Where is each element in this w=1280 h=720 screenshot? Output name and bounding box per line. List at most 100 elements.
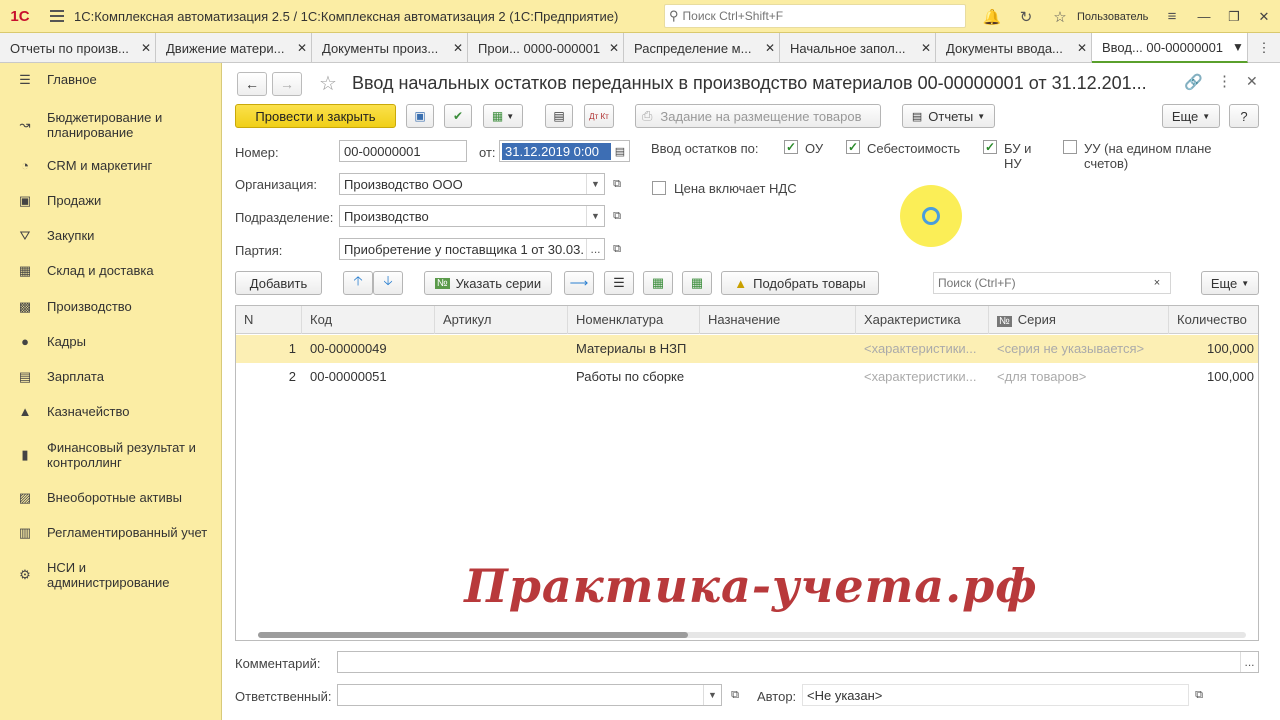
restore-icon[interactable]: ❐: [1219, 9, 1249, 25]
favorite-star-icon[interactable]: ☆: [319, 71, 337, 96]
close-tab-icon[interactable]: ✕: [293, 41, 311, 55]
col-article[interactable]: Артикул: [435, 306, 568, 334]
placement-task-button[interactable]: ⎙ Задание на размещение товаров: [635, 104, 881, 128]
tabs-more-icon[interactable]: ⋮: [1248, 33, 1280, 62]
close-tab-icon[interactable]: ✕: [449, 41, 467, 55]
comment-expand-button[interactable]: ...: [1240, 652, 1258, 672]
col-qty[interactable]: Количество: [1169, 306, 1258, 334]
sidebar-item-finance[interactable]: ▮ Финансовый результат и контроллинг: [0, 440, 222, 470]
sidebar-item-purchases[interactable]: ⛛ Закупки: [0, 228, 222, 243]
link-icon[interactable]: 🔗: [1184, 73, 1203, 91]
close-icon[interactable]: ✕: [1249, 9, 1279, 25]
checkbox-uu[interactable]: [1063, 140, 1077, 154]
history-icon[interactable]: ↻: [1009, 8, 1043, 26]
comment-field[interactable]: ...: [337, 651, 1259, 673]
more-button[interactable]: Еще ▼: [1162, 104, 1220, 128]
star-icon[interactable]: ☆: [1043, 8, 1077, 26]
sidebar-item-salary[interactable]: ▤ Зарплата: [0, 369, 222, 384]
department-field[interactable]: Производство ▼: [339, 205, 605, 227]
checkbox-vat[interactable]: [652, 181, 666, 195]
post-and-close-button[interactable]: Провести и закрыть: [235, 104, 396, 128]
chevron-down-icon[interactable]: ▼: [703, 685, 721, 705]
dt-kt-button[interactable]: Дт Кт: [584, 104, 614, 128]
checkbox-cost[interactable]: ✓: [846, 140, 860, 154]
col-series[interactable]: № Серия: [989, 306, 1169, 334]
tab-production-docs[interactable]: Документы произ... ✕: [312, 33, 468, 63]
tab-dropdown-icon[interactable]: ▼: [1229, 40, 1247, 54]
settings-lines-icon[interactable]: ≡: [1155, 8, 1189, 25]
sidebar-item-hr[interactable]: ● Кадры: [0, 334, 222, 349]
clear-search-icon[interactable]: ×: [1148, 273, 1166, 293]
open-organization-icon[interactable]: ⧉: [608, 174, 626, 194]
checkbox-ou[interactable]: ✓: [784, 140, 798, 154]
responsible-field[interactable]: ▼: [337, 684, 722, 706]
bell-icon[interactable]: 🔔: [975, 8, 1009, 26]
sidebar-item-admin[interactable]: ⚙ НСИ и администрирование: [0, 560, 222, 590]
close-tab-icon[interactable]: ✕: [917, 41, 935, 55]
sidebar-item-treasury[interactable]: ▲ Казначейство: [0, 404, 222, 419]
scrollbar-thumb[interactable]: [258, 632, 688, 638]
reports-button[interactable]: ▤ Отчеты ▼: [902, 104, 995, 128]
close-tab-icon[interactable]: ✕: [137, 41, 155, 55]
organization-field[interactable]: Производство ООО ▼: [339, 173, 605, 195]
batch-field[interactable]: Приобретение у поставщика 1 от 30.03....: [339, 238, 605, 260]
sidebar-item-production[interactable]: ▩ Производство: [0, 299, 222, 314]
sidebar-item-main[interactable]: ☰ Главное: [0, 72, 222, 87]
select-button[interactable]: ...: [586, 239, 604, 259]
tab-reports[interactable]: Отчеты по произв... ✕: [0, 33, 156, 63]
date-field[interactable]: 31.12.2019 0:00 ▤: [499, 140, 630, 162]
sidebar-item-fixed-assets[interactable]: ▨ Внеоборотные активы: [0, 490, 222, 505]
close-tab-icon[interactable]: ✕: [1073, 41, 1091, 55]
col-item[interactable]: Номенклатура: [568, 306, 700, 334]
sidebar-item-warehouse[interactable]: ▦ Склад и доставка: [0, 263, 222, 278]
close-tab-icon[interactable]: ✕: [605, 41, 623, 55]
save-button[interactable]: ▣: [406, 104, 434, 128]
table-row[interactable]: 2 00-00000051 Работы по сборке <характер…: [236, 363, 1258, 391]
share-button[interactable]: ⟶: [564, 271, 594, 295]
number-field[interactable]: 00-00000001: [339, 140, 467, 162]
tab-production-doc[interactable]: Прои... 0000-000001 ✕: [468, 33, 624, 63]
horizontal-scrollbar[interactable]: [258, 632, 1246, 638]
user-name[interactable]: Пользователь: [1077, 11, 1155, 23]
table-row[interactable]: 1 00-00000049 Материалы в НЗП <характери…: [236, 335, 1258, 363]
sidebar-item-sales[interactable]: ▣ Продажи: [0, 193, 222, 208]
table-search-input[interactable]: [938, 276, 1148, 290]
move-up-button[interactable]: 🡡: [343, 271, 373, 295]
help-button[interactable]: ?: [1229, 104, 1259, 128]
print-list-button[interactable]: ▤: [545, 104, 573, 128]
tab-input-docs[interactable]: Документы ввода... ✕: [936, 33, 1092, 63]
col-code[interactable]: Код: [302, 306, 435, 334]
global-search[interactable]: ⚲: [664, 4, 966, 28]
col-n[interactable]: N: [236, 306, 302, 334]
sidebar-item-regulated[interactable]: ▥ Регламентированный учет: [0, 525, 222, 540]
main-menu-icon[interactable]: [40, 10, 74, 22]
table-search[interactable]: ×: [933, 272, 1171, 294]
tab-distribution[interactable]: Распределение м... ✕: [624, 33, 780, 63]
open-department-icon[interactable]: ⧉: [608, 206, 626, 226]
move-down-button[interactable]: 🡣: [373, 271, 403, 295]
col-purpose[interactable]: Назначение: [700, 306, 856, 334]
fill-button[interactable]: ▦: [643, 271, 673, 295]
barcode-button[interactable]: ☰: [604, 271, 634, 295]
pick-goods-button[interactable]: ▲ Подобрать товары: [721, 271, 879, 295]
create-based-on-button[interactable]: ▦ ▼: [483, 104, 523, 128]
open-author-icon[interactable]: ⧉: [1190, 685, 1208, 705]
sidebar-item-crm[interactable]: ◔ CRM и маркетинг: [0, 158, 222, 173]
back-button[interactable]: ←: [237, 72, 267, 96]
open-batch-icon[interactable]: ⧉: [608, 239, 626, 259]
calendar-icon[interactable]: ▤: [611, 141, 629, 161]
post-button[interactable]: ✔: [444, 104, 472, 128]
checkbox-bu-nu[interactable]: ✓: [983, 140, 997, 154]
sidebar-item-budgeting[interactable]: ↝ Бюджетирование и планирование: [0, 110, 222, 140]
col-characteristic[interactable]: Характеристика: [856, 306, 989, 334]
open-responsible-icon[interactable]: ⧉: [726, 685, 744, 705]
global-search-input[interactable]: [682, 9, 953, 23]
tab-current-doc[interactable]: Ввод... 00-00000001 ▼: [1092, 33, 1248, 63]
more-vertical-icon[interactable]: ⋮: [1217, 72, 1232, 90]
table-more-button[interactable]: Еще ▼: [1201, 271, 1259, 295]
chevron-down-icon[interactable]: ▼: [586, 206, 604, 226]
forward-button[interactable]: →: [272, 72, 302, 96]
close-tab-icon[interactable]: ✕: [761, 41, 779, 55]
minimize-icon[interactable]: —: [1189, 9, 1219, 24]
add-rows-button[interactable]: ▦: [682, 271, 712, 295]
